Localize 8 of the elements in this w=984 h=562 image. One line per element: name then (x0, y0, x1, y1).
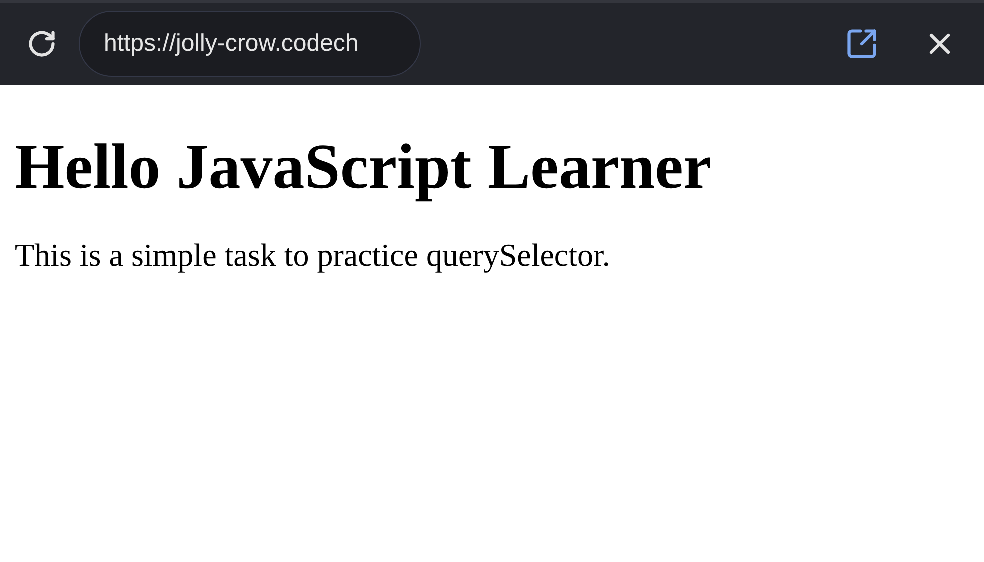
open-external-button[interactable] (845, 27, 879, 61)
url-text: https://jolly-crow.codech (104, 29, 359, 59)
page-heading: Hello JavaScript Learner (15, 130, 713, 204)
page-paragraph: This is a simple task to practice querySelector. (15, 236, 612, 275)
reload-icon (27, 29, 57, 59)
open-external-icon (845, 27, 879, 61)
reload-button[interactable] (27, 29, 57, 59)
url-field[interactable]: https://jolly-crow.codech (79, 11, 421, 77)
